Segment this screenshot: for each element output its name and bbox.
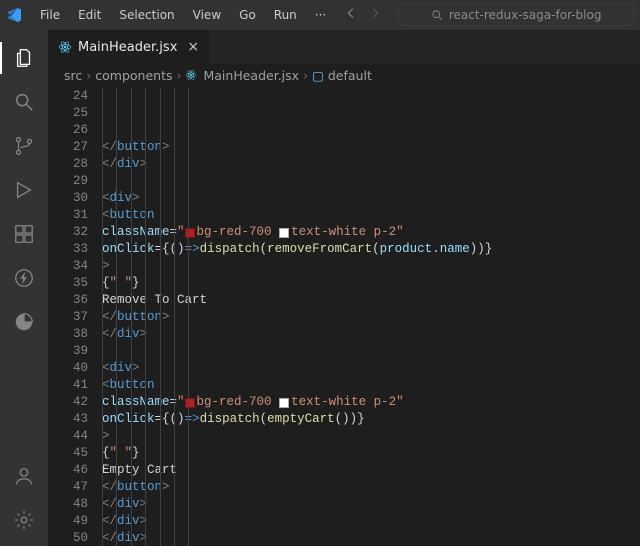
menu-overflow[interactable]: ··· bbox=[307, 4, 334, 26]
menu-go[interactable]: Go bbox=[231, 4, 264, 26]
tab-close-icon[interactable]: × bbox=[187, 39, 199, 55]
command-center-text: react-redux-saga-for-blog bbox=[449, 8, 602, 22]
activity-accounts[interactable] bbox=[0, 456, 48, 496]
crumb-components[interactable]: components bbox=[95, 68, 172, 83]
code-line[interactable]: </button> bbox=[102, 139, 628, 156]
nav-back-icon[interactable] bbox=[344, 6, 358, 24]
activity-thunder[interactable] bbox=[0, 258, 48, 298]
search-icon bbox=[13, 91, 35, 113]
tabs: MainHeader.jsx × bbox=[48, 30, 640, 64]
nav-arrows bbox=[344, 6, 382, 24]
code-line[interactable]: > bbox=[102, 428, 628, 445]
activity-bar bbox=[0, 30, 48, 546]
menu-view[interactable]: View bbox=[185, 4, 229, 26]
gutter: 2425262728293031323334353637383940414243… bbox=[48, 86, 102, 546]
titlebar: File Edit Selection View Go Run ··· reac… bbox=[0, 0, 640, 30]
activity-explorer[interactable] bbox=[0, 38, 48, 78]
code-line[interactable]: > bbox=[102, 258, 628, 275]
crumb-file[interactable]: MainHeader.jsx bbox=[203, 68, 299, 83]
bolt-icon bbox=[13, 267, 35, 289]
editor-area: MainHeader.jsx × src › components › Main… bbox=[48, 30, 640, 546]
activity-settings[interactable] bbox=[0, 500, 48, 540]
branch-icon bbox=[13, 135, 35, 157]
react-file-icon bbox=[185, 69, 199, 81]
main: MainHeader.jsx × src › components › Main… bbox=[0, 30, 640, 546]
chevron-right-icon: › bbox=[176, 68, 181, 83]
search-icon bbox=[431, 9, 443, 21]
code-line[interactable]: {" "} bbox=[102, 445, 628, 462]
activity-extensions[interactable] bbox=[0, 214, 48, 254]
activity-search[interactable] bbox=[0, 82, 48, 122]
pie-icon bbox=[13, 311, 35, 333]
tab-mainheader[interactable]: MainHeader.jsx × bbox=[48, 30, 210, 64]
activity-run[interactable] bbox=[0, 170, 48, 210]
play-bug-icon bbox=[13, 179, 35, 201]
menu-run[interactable]: Run bbox=[266, 4, 305, 26]
code-line[interactable]: <div> bbox=[102, 190, 628, 207]
chevron-right-icon: › bbox=[86, 68, 91, 83]
code-line[interactable]: <button bbox=[102, 207, 628, 224]
code-line[interactable]: </div> bbox=[102, 156, 628, 173]
code-line[interactable] bbox=[102, 343, 628, 360]
symbol-icon: ▢ bbox=[312, 68, 324, 83]
react-file-icon bbox=[58, 40, 72, 54]
activity-console[interactable] bbox=[0, 302, 48, 342]
code-editor[interactable]: 2425262728293031323334353637383940414243… bbox=[48, 86, 640, 546]
files-icon bbox=[13, 47, 35, 69]
code-line[interactable]: </div> bbox=[102, 513, 628, 530]
code-line[interactable]: </div> bbox=[102, 530, 628, 546]
code-line[interactable]: onClick={() => dispatch(emptyCart())} bbox=[102, 411, 628, 428]
menu-selection[interactable]: Selection bbox=[111, 4, 182, 26]
account-icon bbox=[13, 465, 35, 487]
vscode-logo bbox=[6, 6, 24, 24]
code-line[interactable]: {" "} bbox=[102, 275, 628, 292]
menu-file[interactable]: File bbox=[32, 4, 68, 26]
crumb-src[interactable]: src bbox=[64, 68, 82, 83]
extensions-icon bbox=[13, 223, 35, 245]
chevron-right-icon: › bbox=[303, 68, 308, 83]
gear-icon bbox=[13, 509, 35, 531]
activity-scm[interactable] bbox=[0, 126, 48, 166]
breadcrumbs[interactable]: src › components › MainHeader.jsx › ▢ de… bbox=[48, 64, 640, 86]
code[interactable]: </button> </div> <div> <button className… bbox=[102, 86, 628, 546]
code-line[interactable]: </button> bbox=[102, 479, 628, 496]
crumb-symbol[interactable]: default bbox=[328, 68, 372, 83]
code-line[interactable]: onClick={() => dispatch(removeFromCart(p… bbox=[102, 241, 628, 258]
code-line[interactable]: Empty Cart bbox=[102, 462, 628, 479]
code-line[interactable]: <div> bbox=[102, 360, 628, 377]
code-line[interactable]: Remove To Cart bbox=[102, 292, 628, 309]
menu-edit[interactable]: Edit bbox=[70, 4, 109, 26]
code-line[interactable]: </div> bbox=[102, 496, 628, 513]
code-line[interactable]: </button> bbox=[102, 309, 628, 326]
nav-forward-icon[interactable] bbox=[368, 6, 382, 24]
vertical-scrollbar[interactable] bbox=[628, 86, 640, 546]
code-line[interactable]: </div> bbox=[102, 326, 628, 343]
code-line[interactable]: className="bg-red-700 text-white p-2" bbox=[102, 394, 628, 411]
command-center[interactable]: react-redux-saga-for-blog bbox=[398, 4, 634, 26]
tab-label: MainHeader.jsx bbox=[78, 40, 177, 55]
code-line[interactable]: className="bg-red-700 text-white p-2" bbox=[102, 224, 628, 241]
code-line[interactable]: <button bbox=[102, 377, 628, 394]
code-line[interactable] bbox=[102, 173, 628, 190]
